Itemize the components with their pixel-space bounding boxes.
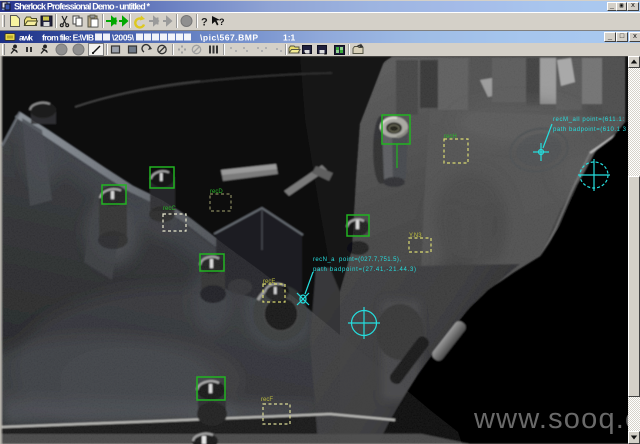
svg-text:www.sooq.cn: www.sooq.cn	[473, 403, 640, 435]
svg-text:1:1: 1:1	[283, 33, 296, 43]
svg-text:recE: recE	[263, 279, 275, 285]
svg-text:Y.N3: Y.N3	[409, 233, 422, 239]
svg-text:awk: awk	[19, 33, 33, 43]
svg-text:recH: recH	[444, 134, 457, 140]
svg-text:\pic\567.BMP: \pic\567.BMP	[200, 33, 258, 43]
svg-text:recF: recF	[261, 397, 273, 403]
svg-text:recC: recC	[163, 206, 176, 212]
svg-text:?: ?	[201, 17, 208, 29]
svg-text:recM_all point=(611.1:: recM_all point=(611.1:	[553, 117, 624, 123]
svg-text:Sherlock Professional Demo - u: Sherlock Professional Demo - untitled *	[14, 2, 150, 12]
svg-text:recN_a point=(027.7,751.5),: recN_a point=(027.7,751.5),	[313, 257, 401, 263]
svg-text:path badpoint=(27.41,-21.44.3): path badpoint=(27.41,-21.44.3)	[313, 267, 416, 273]
svg-text:recD: recD	[210, 189, 223, 195]
svg-text:?: ?	[219, 17, 225, 27]
svg-text:path badpoint=(610.1 3: path badpoint=(610.1 3	[553, 127, 627, 133]
svg-text:from file: E:\VIB: from file: E:\VIB	[42, 33, 94, 43]
svg-text:\2005\: \2005\	[112, 33, 135, 43]
